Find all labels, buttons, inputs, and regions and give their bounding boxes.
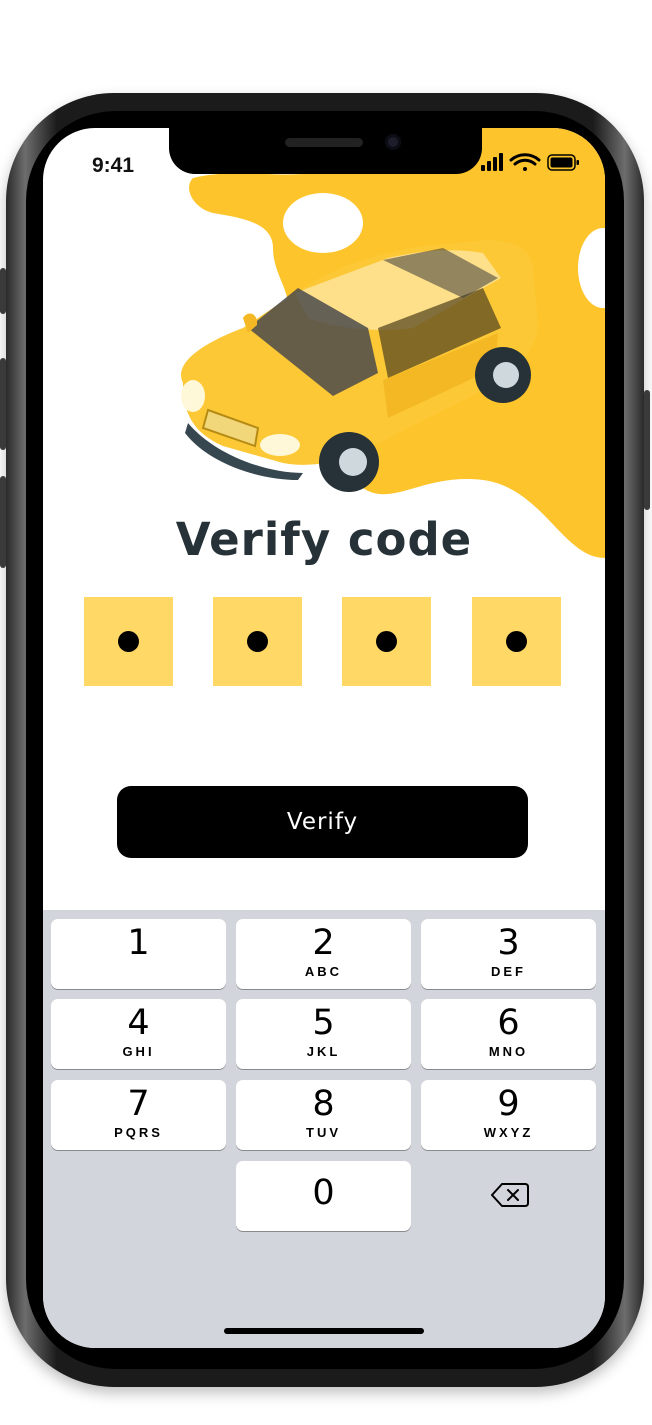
car-front-wheel-rim: [339, 448, 367, 476]
code-digit-3[interactable]: [342, 597, 431, 686]
key-digit: 7: [127, 1084, 150, 1124]
key-digit: 8: [312, 1084, 335, 1124]
battery-icon: [547, 154, 579, 171]
key-0[interactable]: 0: [236, 1161, 411, 1231]
car-rear-wheel-rim: [493, 362, 519, 388]
key-5[interactable]: 5 JKL: [236, 999, 411, 1069]
white-blob-hole: [283, 193, 363, 253]
key-4[interactable]: 4 GHI: [51, 999, 226, 1069]
key-digit: 3: [497, 923, 520, 963]
device-notch: [169, 128, 482, 174]
phone-screen: 9:41 Verify code Verify 1 2 ABC 3 DEF 4 …: [43, 128, 605, 1348]
masked-digit-dot: [118, 631, 139, 652]
car-headlight: [181, 380, 205, 412]
cellular-signal-icon: [481, 153, 503, 171]
app-mockup: 9:41 Verify code Verify 1 2 ABC 3 DEF 4 …: [0, 0, 652, 1425]
key-digit: 9: [497, 1084, 520, 1124]
key-letters: GHI: [122, 1044, 155, 1059]
masked-digit-dot: [247, 631, 268, 652]
wifi-icon: [509, 153, 541, 171]
page-title: Verify code: [175, 513, 473, 566]
car-headlight: [260, 434, 300, 456]
key-digit: 1: [127, 923, 150, 963]
key-letters: WXYZ: [483, 1125, 534, 1140]
key-9[interactable]: 9 WXYZ: [421, 1080, 596, 1150]
status-icons: [481, 153, 579, 171]
side-button-mute: [0, 268, 6, 314]
yellow-car-illustration: [181, 128, 605, 558]
key-digit: 6: [497, 1003, 520, 1043]
key-6[interactable]: 6 MNO: [421, 999, 596, 1069]
code-digit-1[interactable]: [84, 597, 173, 686]
key-letters: PQRS: [114, 1125, 163, 1140]
key-digit: 0: [312, 1173, 335, 1213]
side-button-volume-up: [0, 358, 6, 450]
verify-button[interactable]: Verify: [117, 786, 528, 858]
earpiece-speaker: [285, 138, 363, 147]
masked-digit-dot: [376, 631, 397, 652]
key-8[interactable]: 8 TUV: [236, 1080, 411, 1150]
code-digit-4[interactable]: [472, 597, 561, 686]
key-letters: MNO: [488, 1044, 529, 1059]
numeric-keypad: 1 2 ABC 3 DEF 4 GHI 5 JKL 6 MNO 7 PQRS 8…: [43, 910, 605, 1348]
key-digit: 2: [312, 923, 335, 963]
key-letters: JKL: [306, 1044, 341, 1059]
key-digit: 5: [312, 1003, 335, 1043]
masked-digit-dot: [506, 631, 527, 652]
key-letters: ABC: [304, 964, 343, 979]
key-letters: TUV: [306, 1125, 341, 1140]
home-indicator[interactable]: [224, 1328, 424, 1334]
key-2[interactable]: 2 ABC: [236, 919, 411, 989]
key-3[interactable]: 3 DEF: [421, 919, 596, 989]
verification-code-input[interactable]: [84, 597, 564, 687]
front-camera: [385, 134, 401, 150]
key-letters: DEF: [491, 964, 526, 979]
side-button-power: [644, 390, 650, 510]
side-button-volume-down: [0, 476, 6, 568]
key-7[interactable]: 7 PQRS: [51, 1080, 226, 1150]
status-time: 9:41: [92, 154, 135, 177]
key-digit: 4: [127, 1003, 150, 1043]
key-1[interactable]: 1: [51, 919, 226, 989]
code-digit-2[interactable]: [213, 597, 302, 686]
backspace-icon[interactable]: [490, 1180, 530, 1210]
